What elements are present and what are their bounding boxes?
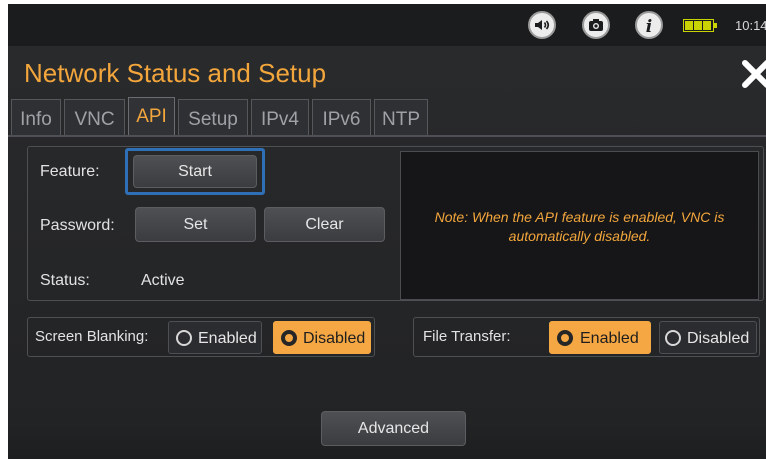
feature-label: Feature: bbox=[40, 163, 100, 180]
tab-ntp[interactable]: NTP bbox=[374, 99, 428, 135]
screen-blanking-disabled-radio[interactable]: Disabled bbox=[273, 321, 371, 354]
tab-info[interactable]: Info bbox=[11, 99, 61, 135]
tabs-divider bbox=[8, 135, 766, 137]
device-screen: i 10:14 Network Status and Setup Info VN… bbox=[8, 4, 766, 459]
radio-label: Disabled bbox=[687, 330, 750, 347]
file-transfer-enabled-radio[interactable]: Enabled bbox=[549, 321, 651, 354]
file-transfer-disabled-radio[interactable]: Disabled bbox=[659, 321, 757, 354]
clear-password-button[interactable]: Clear bbox=[264, 207, 385, 242]
password-label: Password: bbox=[40, 217, 115, 234]
tab-label: Setup bbox=[188, 109, 238, 130]
file-transfer-label: File Transfer: bbox=[423, 328, 511, 345]
camera-icon[interactable] bbox=[582, 11, 610, 39]
close-icon[interactable] bbox=[740, 58, 766, 90]
tab-label: NTP bbox=[382, 109, 420, 130]
tab-ipv4[interactable]: IPv4 bbox=[251, 99, 309, 135]
radio-checked-icon bbox=[281, 330, 297, 346]
radio-label: Enabled bbox=[198, 330, 257, 347]
speaker-icon[interactable] bbox=[528, 11, 556, 39]
advanced-button[interactable]: Advanced bbox=[321, 411, 466, 446]
tab-vnc[interactable]: VNC bbox=[64, 99, 125, 135]
page-title: Network Status and Setup bbox=[24, 58, 327, 88]
radio-label: Enabled bbox=[580, 330, 639, 347]
tab-label: VNC bbox=[74, 109, 115, 130]
tab-api[interactable]: API bbox=[128, 97, 175, 137]
svg-text:i: i bbox=[646, 17, 652, 37]
start-button[interactable]: Start bbox=[133, 155, 257, 188]
radio-checked-icon bbox=[557, 330, 573, 346]
note-box: Note: When the API feature is enabled, V… bbox=[400, 151, 759, 300]
status-bar: i 10:14 bbox=[8, 4, 766, 46]
tab-label: IPv6 bbox=[322, 109, 361, 130]
tab-label: Info bbox=[20, 109, 52, 130]
clock: 10:14 bbox=[735, 18, 766, 33]
tab-label: IPv4 bbox=[260, 109, 300, 130]
radio-unchecked-icon bbox=[176, 330, 192, 346]
screen-blanking-label: Screen Blanking: bbox=[35, 328, 149, 345]
tab-setup[interactable]: Setup bbox=[178, 99, 248, 135]
status-value: Active bbox=[141, 272, 185, 289]
api-note: Note: When the API feature is enabled, V… bbox=[434, 209, 725, 244]
tab-label: API bbox=[136, 106, 167, 127]
status-label: Status: bbox=[40, 272, 90, 289]
info-icon[interactable]: i bbox=[635, 11, 663, 39]
screen-blanking-enabled-radio[interactable]: Enabled bbox=[168, 321, 262, 354]
tab-ipv6[interactable]: IPv6 bbox=[312, 99, 371, 135]
battery-icon bbox=[683, 19, 717, 32]
radio-unchecked-icon bbox=[665, 330, 681, 346]
radio-label: Disabled bbox=[303, 330, 366, 347]
set-password-button[interactable]: Set bbox=[135, 207, 256, 242]
